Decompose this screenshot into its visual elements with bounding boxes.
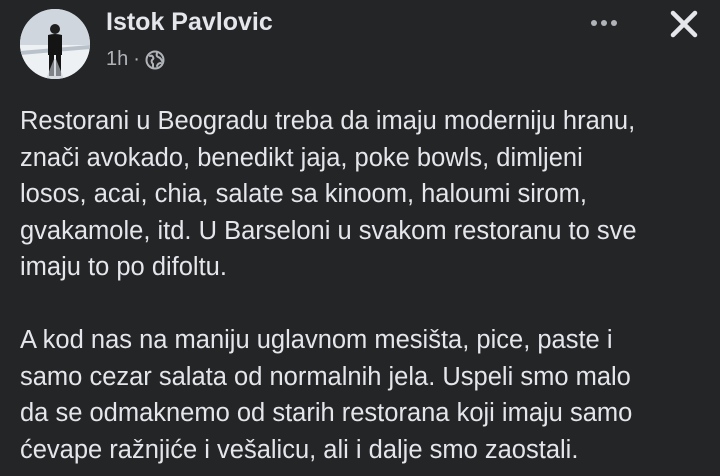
post-paragraph: Restorani u Beogradu treba da imaju mode… <box>20 107 637 281</box>
more-horizontal-icon-dot <box>611 20 617 26</box>
avatar-photo <box>20 9 90 79</box>
close-icon <box>670 10 698 38</box>
post-timestamp[interactable]: 1h <box>106 48 128 71</box>
more-options-button[interactable] <box>582 8 626 38</box>
author-name[interactable]: Istok Pavlovic <box>106 8 273 37</box>
more-horizontal-icon-dot <box>601 20 607 26</box>
post-text: Restorani u Beogradu treba da imaju mode… <box>20 103 710 468</box>
close-button[interactable] <box>664 4 704 44</box>
post-paragraph: A kod nas na maniju uglavnom mesišta, pi… <box>20 326 633 464</box>
post-meta: 1h · <box>106 48 165 71</box>
author-avatar[interactable] <box>20 9 90 79</box>
more-horizontal-icon <box>591 20 597 26</box>
globe-icon[interactable] <box>145 50 165 70</box>
meta-separator: · <box>133 48 140 70</box>
